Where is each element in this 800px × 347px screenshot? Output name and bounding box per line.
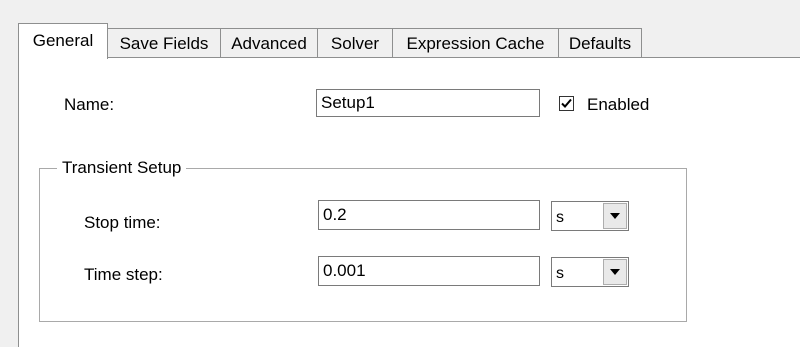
name-field[interactable]	[316, 89, 540, 117]
stop-time-unit-value: s	[556, 209, 564, 226]
time-step-label: Time step:	[84, 265, 163, 284]
enabled-label: Enabled	[587, 95, 650, 114]
tab-advanced[interactable]: Advanced	[220, 28, 318, 58]
tab-general[interactable]: General	[18, 23, 108, 59]
time-step-field[interactable]	[318, 256, 540, 286]
name-label: Name:	[64, 95, 115, 114]
tab-save-fields[interactable]: Save Fields	[107, 28, 221, 58]
stop-time-dropdown-button[interactable]	[603, 203, 627, 229]
checkmark-icon	[561, 98, 572, 108]
stop-time-unit-select[interactable]: s	[551, 201, 629, 231]
time-step-unit-select[interactable]: s	[551, 257, 629, 287]
tab-solver[interactable]: Solver	[317, 28, 393, 58]
tab-defaults[interactable]: Defaults	[558, 28, 642, 58]
stop-time-label: Stop time:	[84, 213, 161, 232]
transient-setup-title: Transient Setup	[57, 158, 187, 178]
dropdown-arrow-icon	[610, 213, 620, 219]
enabled-checkbox[interactable]	[559, 96, 574, 111]
dropdown-arrow-icon	[610, 269, 620, 275]
tab-expression-cache[interactable]: Expression Cache	[392, 28, 559, 58]
time-step-dropdown-button[interactable]	[603, 259, 627, 285]
time-step-unit-value: s	[556, 265, 564, 282]
stop-time-field[interactable]	[318, 200, 540, 230]
transient-setup-group	[39, 168, 687, 322]
